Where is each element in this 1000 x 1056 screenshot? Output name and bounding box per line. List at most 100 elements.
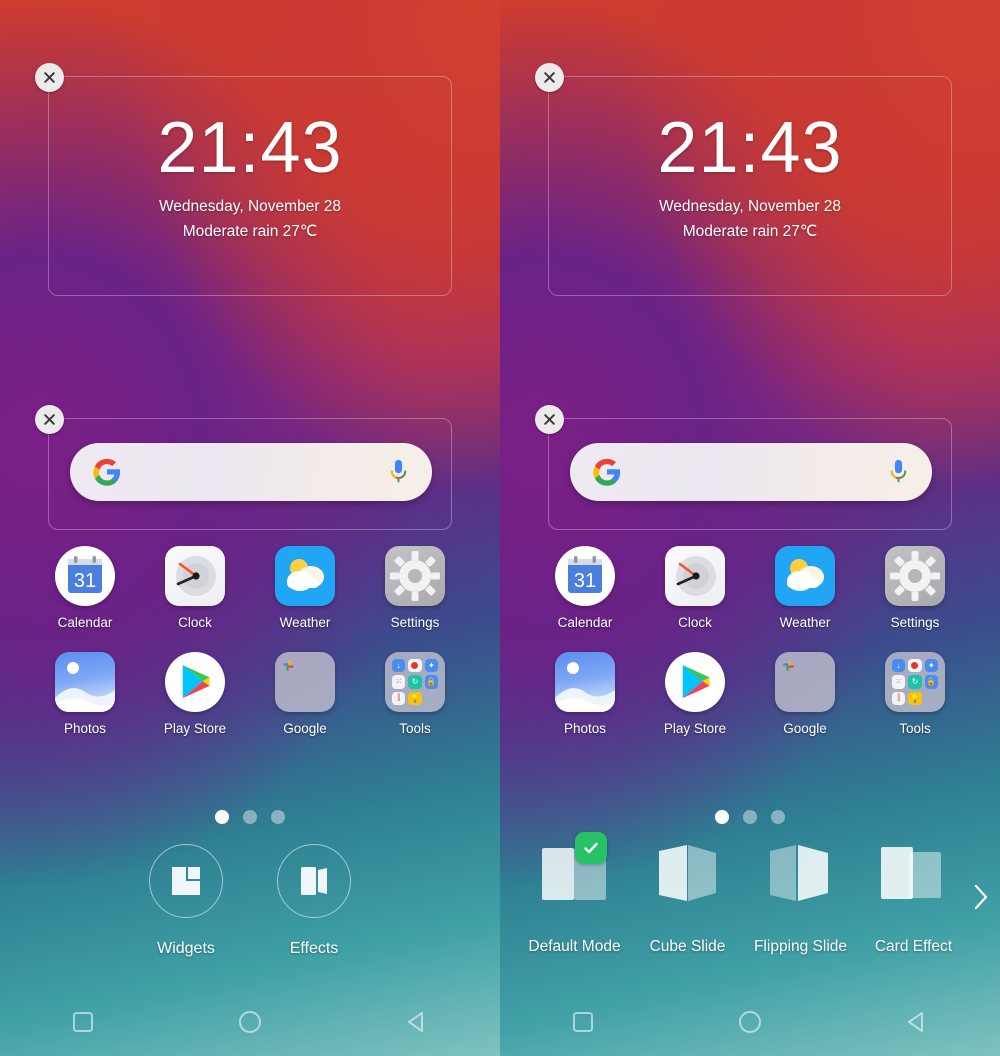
google-g-icon — [93, 458, 121, 486]
folder-item: ⁙ — [892, 675, 906, 689]
widgets-button[interactable]: Widgets — [149, 844, 223, 958]
effect-option-default-mode[interactable]: Default Mode — [518, 832, 631, 956]
effects-button[interactable]: Effects — [277, 844, 351, 958]
effects-icon — [301, 867, 327, 895]
clock-time: 21:43 — [657, 108, 843, 188]
android-navigation-bar — [0, 988, 500, 1056]
search-widget-close-button[interactable] — [35, 405, 64, 434]
photos-icon — [555, 652, 615, 712]
settings-gear-icon — [885, 546, 945, 606]
app-calendar[interactable]: 31 Calendar — [48, 546, 122, 630]
app-play-store[interactable]: Play Store — [658, 652, 732, 736]
app-clock[interactable]: Clock — [658, 546, 732, 630]
folder-item: ✦ — [424, 659, 438, 673]
search-input[interactable] — [70, 443, 432, 501]
microphone-icon[interactable] — [889, 459, 908, 486]
chevron-right-icon — [974, 884, 988, 910]
nav-recents-button[interactable] — [553, 1002, 613, 1042]
app-weather[interactable]: Weather — [768, 546, 842, 630]
effect-option-flipping-slide[interactable]: Flipping Slide — [744, 840, 857, 956]
folder-item: ⫿ — [392, 691, 406, 705]
search-widget-close-button[interactable] — [535, 405, 564, 434]
app-settings[interactable]: Settings — [378, 546, 452, 630]
app-folder-tools[interactable]: ↓ ✦ ⁙ ↻ 🔒 ⫿ 💡 Tools — [378, 652, 452, 736]
folder-item — [925, 692, 938, 705]
app-label: Tools — [399, 721, 431, 736]
play-store-icon — [665, 652, 725, 712]
app-label: Weather — [279, 615, 331, 630]
google-photos-icon — [783, 660, 795, 672]
page-dot[interactable] — [271, 810, 285, 824]
clock-widget[interactable]: 21:43 Wednesday, November 28 Moderate ra… — [535, 63, 952, 296]
folder-item — [282, 659, 295, 672]
app-photos[interactable]: Photos — [48, 652, 122, 736]
app-folder-tools[interactable]: ↓ ✦ ⁙ ↻ 🔒 ⫿ 💡 Tools — [878, 652, 952, 736]
search-input[interactable] — [570, 443, 932, 501]
page-dot[interactable] — [771, 810, 785, 824]
nav-recents-button[interactable] — [53, 1002, 113, 1042]
square-icon — [73, 1012, 94, 1032]
phone-screen-right: 21:43 Wednesday, November 28 Moderate ra… — [500, 0, 1000, 1056]
calendar-day-number: 31 — [574, 570, 596, 592]
phone-screen-left: 21:43 Wednesday, November 28 Moderate ra… — [0, 0, 500, 1056]
app-folder-google[interactable]: Google — [768, 652, 842, 736]
google-folder-icon — [275, 652, 335, 712]
google-search-widget[interactable] — [35, 405, 452, 530]
dual-screenshot-stage: 21:43 Wednesday, November 28 Moderate ra… — [0, 0, 1000, 1056]
google-search-widget[interactable] — [535, 405, 952, 530]
nav-home-button[interactable] — [720, 1002, 780, 1042]
microphone-icon[interactable] — [389, 459, 408, 486]
circle-icon — [738, 1011, 761, 1033]
folder-item: ↓ — [392, 659, 406, 673]
effect-label: Cube Slide — [649, 938, 726, 955]
app-label: Play Store — [663, 721, 727, 736]
clock-time: 21:43 — [157, 108, 343, 188]
app-label: Photos — [63, 721, 107, 736]
default-mode-icon — [529, 832, 621, 908]
clock-widget[interactable]: 21:43 Wednesday, November 28 Moderate ra… — [35, 63, 452, 296]
android-navigation-bar — [500, 988, 1000, 1056]
folder-item: ⫿ — [892, 691, 906, 705]
app-clock[interactable]: Clock — [158, 546, 232, 630]
page-dot[interactable] — [243, 810, 257, 824]
cube-slide-icon — [642, 840, 734, 908]
app-folder-google[interactable]: Google — [268, 652, 342, 736]
clock-widget-close-button[interactable] — [535, 63, 564, 92]
app-photos[interactable]: Photos — [548, 652, 622, 736]
card-effect-icon — [868, 840, 960, 908]
close-icon — [544, 72, 555, 83]
clock-widget-close-button[interactable] — [35, 63, 64, 92]
status-badge-selected — [574, 832, 607, 864]
google-g-icon — [593, 458, 621, 486]
app-row-1: 31 Calendar Clock Weather Settings — [48, 546, 452, 630]
nav-back-button[interactable] — [887, 1002, 947, 1042]
app-calendar[interactable]: 31 Calendar — [548, 546, 622, 630]
app-settings[interactable]: Settings — [878, 546, 952, 630]
nav-back-button[interactable] — [387, 1002, 447, 1042]
app-row-1: 31 Calendar Clock Weather Settings — [548, 546, 952, 630]
app-label: Google — [283, 721, 327, 736]
settings-gear-icon — [385, 546, 445, 606]
folder-item: 💡 — [408, 691, 422, 705]
effects-next-page-button[interactable] — [970, 880, 992, 914]
close-icon — [44, 72, 55, 83]
weather-icon — [275, 546, 335, 606]
calendar-icon: 31 — [55, 546, 115, 606]
app-weather[interactable]: Weather — [268, 546, 342, 630]
page-dot-active[interactable] — [215, 810, 229, 824]
effects-button-label: Effects — [289, 940, 339, 957]
effect-option-card-effect[interactable]: Card Effect — [857, 840, 970, 956]
page-dot[interactable] — [743, 810, 757, 824]
effects-button-circle — [277, 844, 351, 918]
folder-item: 🔒 — [424, 675, 438, 689]
calendar-icon: 31 — [555, 546, 615, 606]
weather-icon — [775, 546, 835, 606]
photos-icon — [55, 652, 115, 712]
folder-item: ↻ — [908, 675, 922, 689]
check-icon — [583, 842, 598, 854]
nav-home-button[interactable] — [220, 1002, 280, 1042]
tools-folder-icon: ↓ ✦ ⁙ ↻ 🔒 ⫿ 💡 — [885, 652, 945, 712]
page-dot-active[interactable] — [715, 810, 729, 824]
app-play-store[interactable]: Play Store — [158, 652, 232, 736]
effect-option-cube-slide[interactable]: Cube Slide — [631, 840, 744, 956]
